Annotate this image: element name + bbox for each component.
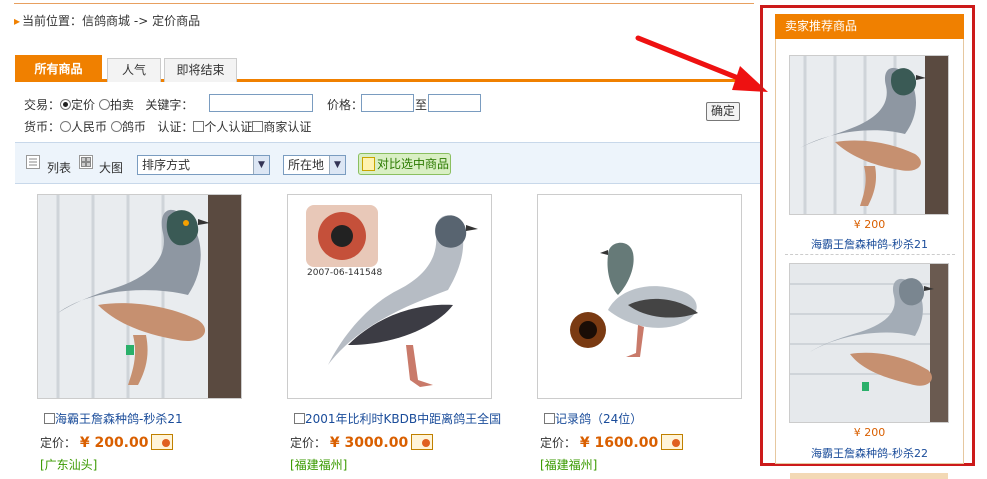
product-image[interactable] xyxy=(537,194,742,399)
recommend-image[interactable] xyxy=(789,263,949,423)
breadcrumb-home-link[interactable]: 信鸽商城 xyxy=(82,14,130,28)
product-checkbox[interactable] xyxy=(44,413,55,424)
product-checkbox[interactable] xyxy=(294,413,305,424)
breadcrumb-label: 当前位置： xyxy=(22,14,83,28)
compare-button-label: 对比选中商品 xyxy=(377,157,450,171)
product-price: 定价： ¥ 200.00 xyxy=(40,434,174,451)
list-view-icon[interactable] xyxy=(26,155,40,169)
trade-fixed-label: 定价 xyxy=(71,98,96,112)
tab-all-products[interactable]: 所有商品 xyxy=(15,55,102,82)
breadcrumb: ▸ 当前位置：信鸽商城 -> 定价商品 xyxy=(14,12,200,29)
currency-rmb-radio[interactable] xyxy=(60,121,72,132)
merchant-cert-icon xyxy=(661,434,684,450)
price-label: 定价： xyxy=(540,436,577,450)
trade-fixed-radio[interactable] xyxy=(60,99,72,110)
cert-personal-checkbox[interactable] xyxy=(193,121,205,132)
top-divider xyxy=(14,0,754,4)
cert-personal-label: 个人认证 xyxy=(204,120,253,134)
price-label: 定价： xyxy=(40,436,77,450)
product-location: [福建福州] xyxy=(290,458,348,472)
grid-view-icon[interactable] xyxy=(79,155,93,169)
product-name[interactable]: 记录鸽（24位） xyxy=(544,410,642,427)
product-name-text[interactable]: 记录鸽（24位） xyxy=(555,412,642,426)
recommend-name[interactable]: 海霸王詹森种鸽-秒杀21 xyxy=(775,236,964,252)
recommend-image[interactable] xyxy=(789,55,949,215)
product-image[interactable] xyxy=(37,194,242,399)
pigeon-photo xyxy=(790,56,948,214)
trade-label: 交易： xyxy=(24,98,61,112)
keyword-input[interactable] xyxy=(209,94,313,112)
price-label: 价格： xyxy=(327,98,364,112)
tab-popularity[interactable]: 人气 xyxy=(107,58,161,82)
breadcrumb-current: 定价商品 xyxy=(152,14,201,28)
product-name-text[interactable]: 海霸王詹森种鸽-秒杀21 xyxy=(55,412,183,426)
tab-ending-soon[interactable]: 即将结束 xyxy=(164,58,237,82)
price-label: 定价： xyxy=(290,436,327,450)
location-select-value: 所在地 xyxy=(288,158,325,172)
currency-rmb-label: 人民币 xyxy=(71,120,108,134)
product-price: 定价： ¥ 1600.00 xyxy=(540,434,684,451)
breadcrumb-separator: -> xyxy=(133,14,149,28)
confirm-button[interactable]: 确定 xyxy=(706,102,740,121)
product-name[interactable]: 海霸王詹森种鸽-秒杀21 xyxy=(44,410,183,427)
price-value: ¥ 1600.00 xyxy=(579,435,659,451)
filter-row-currency: 货币： 人民币 鸽币 认证： 个人认证 商家认证 xyxy=(24,118,311,135)
sort-select[interactable]: 排序方式 ▼ xyxy=(137,155,270,175)
divider xyxy=(785,254,955,255)
price-min-input[interactable] xyxy=(361,94,414,112)
compare-icon xyxy=(362,157,375,171)
photo-caption: 2007-06-141548 xyxy=(307,268,383,278)
sort-select-value: 排序方式 xyxy=(142,158,191,172)
cert-merchant-checkbox[interactable] xyxy=(252,121,264,132)
trade-auction-radio[interactable] xyxy=(98,99,110,110)
product-image[interactable] xyxy=(287,194,492,399)
price-value: ¥ 200.00 xyxy=(79,435,149,451)
location-select[interactable]: 所在地 ▼ xyxy=(283,155,346,175)
product-name[interactable]: 2001年比利时KBDB中距离鸽王全国 xyxy=(294,410,501,427)
currency-pigeon-label: 鸽币 xyxy=(121,120,146,134)
next-panel-edge xyxy=(790,473,948,479)
product-checkbox[interactable] xyxy=(544,413,555,424)
grid-view-label[interactable]: 大图 xyxy=(99,159,123,176)
recommend-panel-title: 卖家推荐商品 xyxy=(775,14,964,39)
trade-auction-label: 拍卖 xyxy=(109,98,134,112)
chevron-down-icon: ▼ xyxy=(329,156,345,174)
pigeon-photo xyxy=(538,195,741,398)
chevron-down-icon: ▼ xyxy=(253,156,269,174)
currency-pigeon-radio[interactable] xyxy=(110,121,122,132)
bullet-icon: ▸ xyxy=(14,14,21,28)
cert-merchant-label: 商家认证 xyxy=(263,120,312,134)
pigeon-photo xyxy=(288,195,491,398)
recommend-price: ¥ 200 xyxy=(853,218,886,231)
price-value: ¥ 3000.00 xyxy=(329,435,409,451)
recommend-name[interactable]: 海霸王詹森种鸽-秒杀22 xyxy=(775,445,964,461)
merchant-cert-icon xyxy=(411,434,434,450)
recommend-price: ¥ 200 xyxy=(853,426,886,439)
price-max-input[interactable] xyxy=(428,94,481,112)
keyword-label: 关键字： xyxy=(145,98,194,112)
compare-button[interactable]: 对比选中商品 xyxy=(358,153,451,175)
product-name-text[interactable]: 2001年比利时KBDB中距离鸽王全国 xyxy=(305,412,501,426)
product-price: 定价： ¥ 3000.00 xyxy=(290,434,434,451)
pigeon-photo xyxy=(790,264,948,422)
product-location: [广东汕头] xyxy=(40,458,98,472)
product-location: [福建福州] xyxy=(540,458,598,472)
list-view-label[interactable]: 列表 xyxy=(47,159,71,176)
pigeon-photo xyxy=(38,195,241,398)
cert-label: 认证： xyxy=(157,120,194,134)
price-to-label: 至 xyxy=(415,98,428,112)
merchant-cert-icon xyxy=(151,434,174,450)
filter-row-trade: 交易： 定价 拍卖 关键字： xyxy=(24,96,193,113)
annotation-arrow-icon xyxy=(635,35,768,92)
currency-label: 货币： xyxy=(24,120,61,134)
